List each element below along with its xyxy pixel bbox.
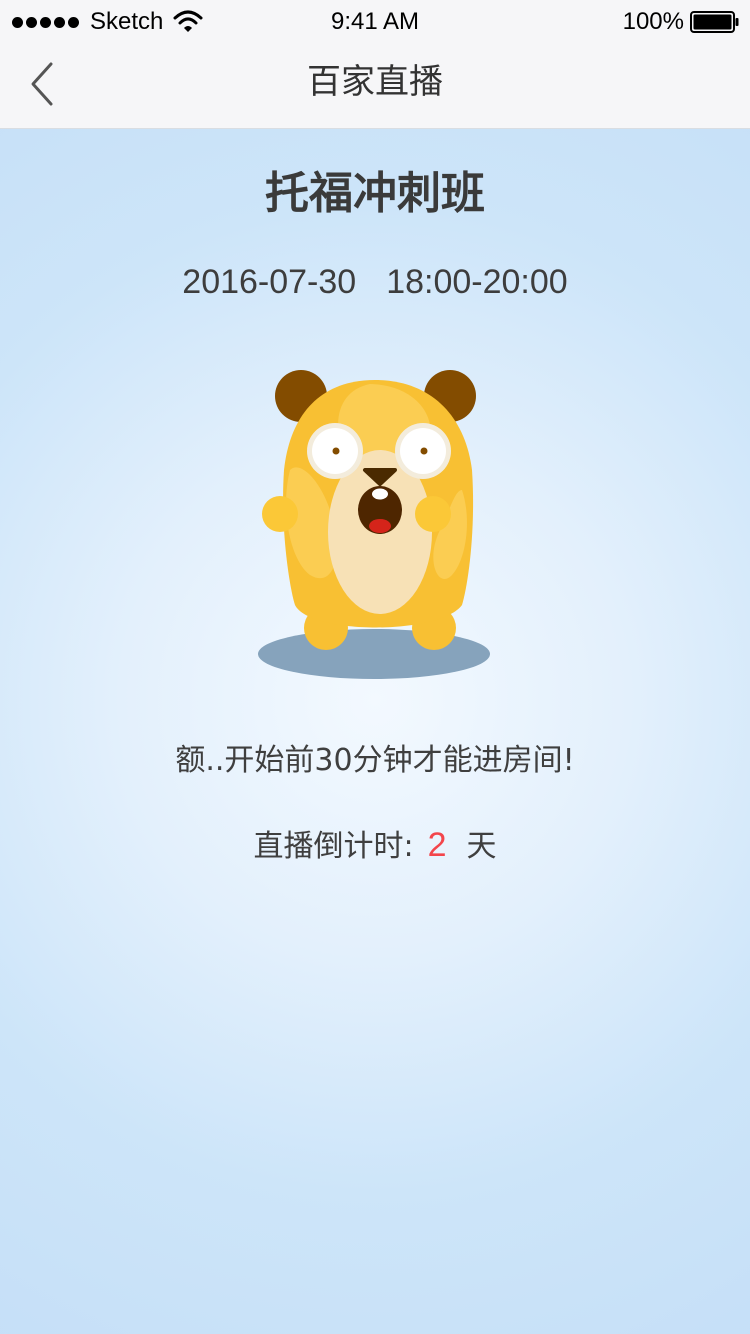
course-title: 托福冲刺班 — [265, 168, 485, 219]
page-title: 百家直播 — [307, 62, 443, 102]
course-date: 2016-07-30 — [182, 263, 357, 301]
navigation-bar: 百家直播 — [0, 40, 750, 129]
countdown-unit: 天 — [466, 829, 497, 864]
hamster-mascot-icon — [258, 370, 490, 679]
battery-icon — [690, 11, 739, 33]
course-time-range: 18:00-20:00 — [386, 263, 568, 301]
live-countdown: 直播倒计时: 2 天 — [0, 820, 750, 872]
live-waiting-screen: Sketch 9:41 AM 100% 百家直播 托福冲刺班 2016-07-3… — [0, 0, 750, 1334]
battery-percentage: 100% — [622, 8, 684, 35]
entry-notice: 额..开始前30分钟才能进房间! — [175, 743, 575, 778]
status-right: 100% — [623, 8, 740, 36]
countdown-value: 2 — [427, 826, 447, 864]
countdown-label: 直播倒计时: — [253, 829, 414, 864]
mascot-shadow — [258, 629, 490, 679]
course-schedule: 2016-07-30 18:00-20:00 — [0, 258, 750, 306]
status-bar: Sketch 9:41 AM 100% — [0, 0, 750, 40]
